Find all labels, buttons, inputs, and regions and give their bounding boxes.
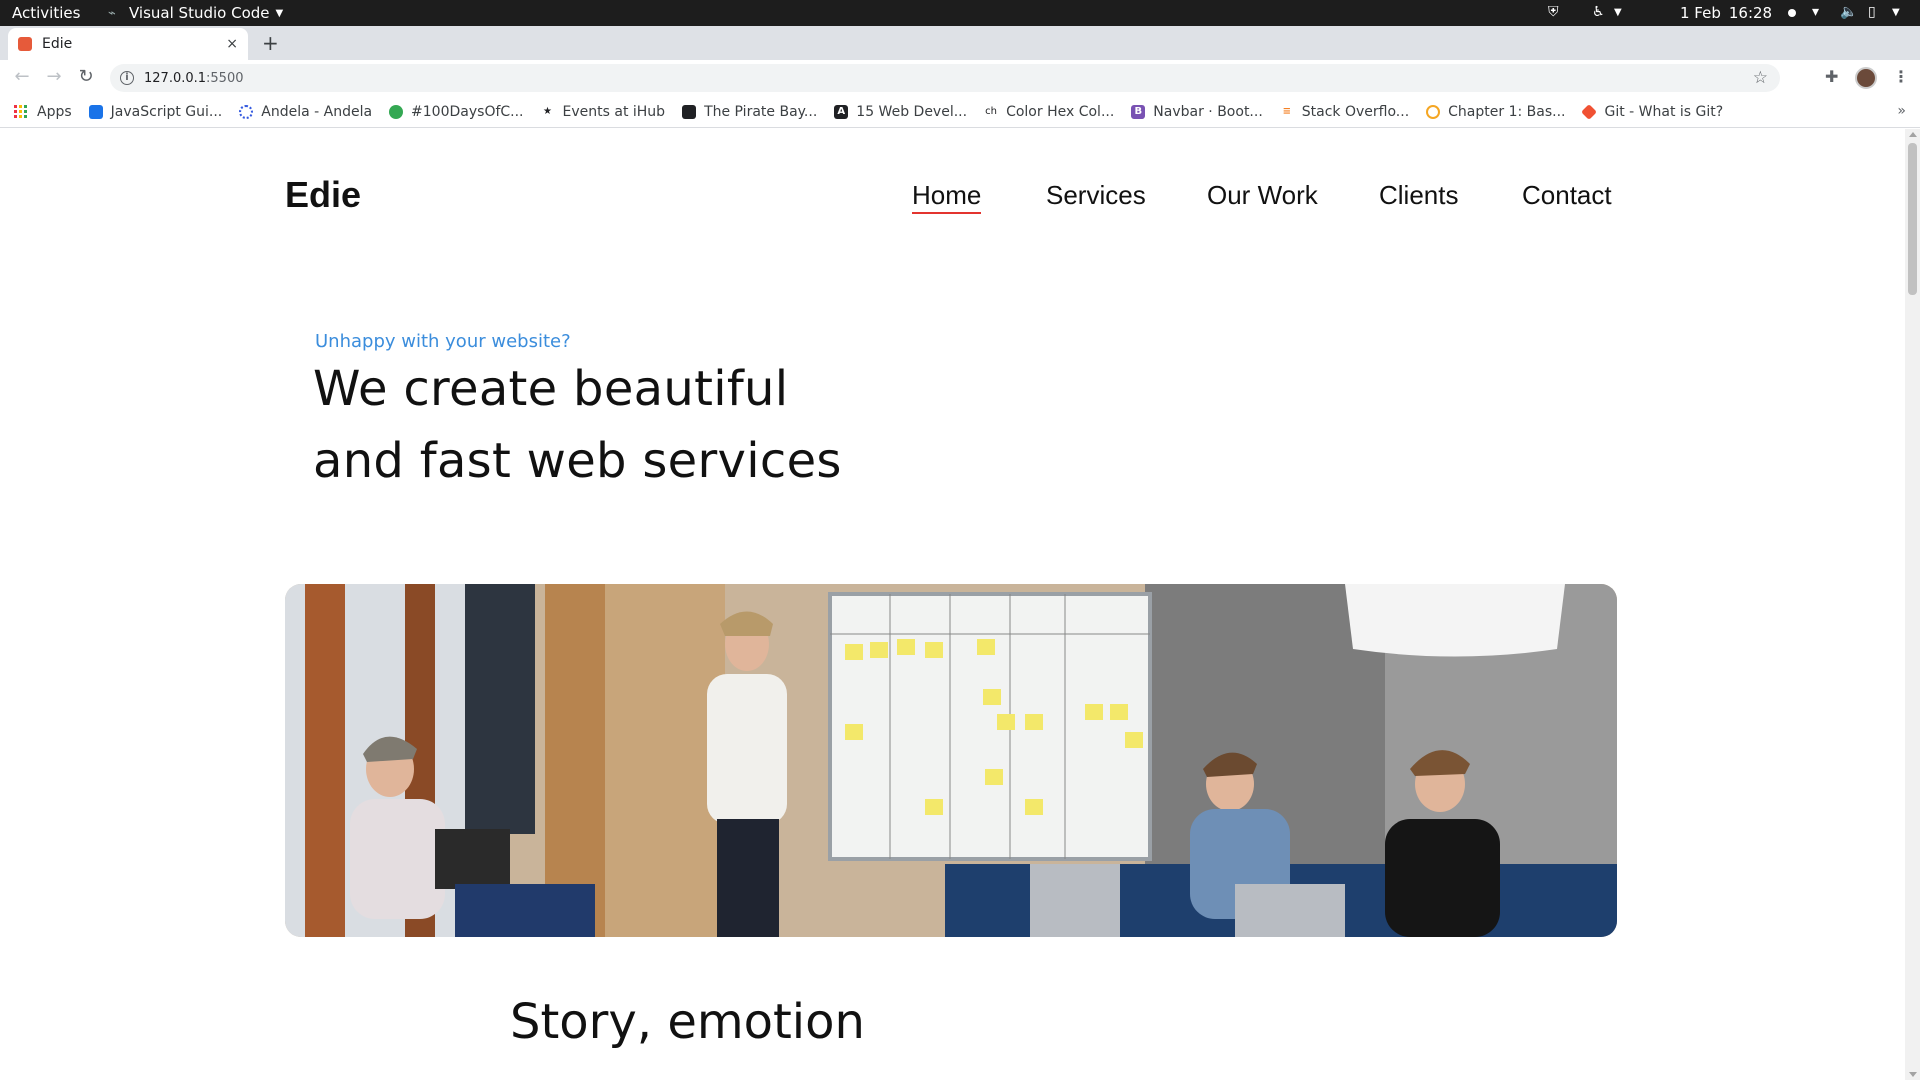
bookmark-label: Navbar · Boot... (1153, 103, 1263, 120)
system-top-bar: Activities ⌁ Visual Studio Code ▼ ⛨ ♿ ▼ … (0, 0, 1920, 26)
javascript-guide-icon (88, 104, 103, 119)
bookmark-stack-overflow[interactable]: ≡ Stack Overflo... (1280, 103, 1410, 120)
nav-contact[interactable]: Contact (1522, 180, 1612, 211)
url-host: 127.0.0.1 (144, 70, 207, 86)
site-logo[interactable]: Edie (285, 174, 361, 216)
forward-arrow-icon[interactable]: → (42, 66, 66, 87)
scroll-down-icon[interactable] (1909, 1072, 1917, 1077)
100days-icon (389, 104, 404, 119)
headline-line-2: and fast web services (313, 433, 842, 489)
bookmark-pirate-bay[interactable]: The Pirate Bay... (682, 104, 817, 120)
bookmark-andela[interactable]: Andela - Andela (239, 104, 372, 120)
bookmark-ihub[interactable]: ★ Events at iHub (541, 103, 666, 120)
bookmark-label: Color Hex Col... (1006, 103, 1115, 120)
scrollbar-thumb[interactable] (1908, 143, 1917, 295)
site-info-icon[interactable]: i (120, 71, 134, 85)
chapter-icon (1426, 104, 1441, 119)
activities-button[interactable]: Activities (12, 4, 80, 22)
bookmark-label: Andela - Andela (261, 103, 373, 120)
time-label: 16:28 (1728, 4, 1773, 22)
wifi-icon[interactable]: ▾ (1812, 4, 1819, 20)
reload-icon[interactable]: ↻ (74, 66, 98, 87)
pirate-bay-icon (682, 104, 697, 119)
bookmark-chapter-1[interactable]: Chapter 1: Bas... (1426, 104, 1565, 120)
web-devel-icon: A (834, 104, 849, 119)
more-bookmarks-icon[interactable]: » (1897, 103, 1906, 119)
apps-grid-icon (14, 105, 27, 118)
page-scrollbar[interactable] (1905, 129, 1920, 1080)
scroll-up-icon[interactable] (1909, 132, 1917, 137)
bookmark-label: The Pirate Bay... (704, 103, 818, 120)
bookmark-label: Chapter 1: Bas... (1448, 103, 1566, 120)
section-title: Story, emotion (510, 994, 865, 1050)
address-bar[interactable]: i 127.0.0.1:5500 ☆ (110, 64, 1780, 92)
bookmark-label: Git - What is Git? (1604, 103, 1724, 120)
hero-headline: We create beautiful and fast web service… (313, 353, 842, 497)
profile-avatar[interactable] (1855, 67, 1877, 89)
bookmark-label: JavaScript Gui... (110, 103, 223, 120)
bookmark-git[interactable]: Git - What is Git? (1581, 103, 1724, 120)
chevron-down-icon[interactable]: ▼ (1892, 7, 1900, 18)
stackoverflow-icon: ≡ (1282, 105, 1291, 117)
hero-image (285, 584, 1617, 937)
headline-line-1: We create beautiful (313, 361, 789, 417)
tab-title: Edie (42, 36, 73, 52)
bookmark-100days[interactable]: #100DaysOfC... (389, 103, 524, 120)
chevron-down-icon[interactable]: ▼ (1614, 7, 1622, 18)
bootstrap-icon: B (1131, 104, 1146, 119)
bookmark-color-hex[interactable]: ch Color Hex Col... (984, 104, 1114, 120)
bookmark-web-devel[interactable]: A 15 Web Devel... (834, 104, 967, 120)
bookmark-star-icon[interactable]: ☆ (1753, 68, 1768, 88)
vscode-icon: ⌁ (108, 5, 116, 21)
browser-tab[interactable]: Edie × (8, 28, 248, 60)
back-arrow-icon[interactable]: ← (10, 66, 34, 87)
team-meeting-illustration (285, 584, 1617, 937)
page-viewport: Edie Home Services Our Work Clients Cont… (0, 129, 1905, 1080)
git-icon (1581, 103, 1598, 120)
battery-icon[interactable]: ▯ (1868, 4, 1876, 20)
extensions-puzzle-icon[interactable]: ✚ (1825, 67, 1838, 86)
volume-icon[interactable]: 🔈 (1840, 4, 1857, 20)
accessibility-icon[interactable]: ♿ (1592, 4, 1605, 20)
bookmark-label: Stack Overflo... (1301, 103, 1410, 120)
favicon-icon (18, 37, 32, 51)
nav-clients[interactable]: Clients (1379, 180, 1458, 211)
date-label: 1 Feb (1680, 4, 1721, 22)
notification-dot-icon (1788, 9, 1797, 17)
chevron-down-icon: ▼ (275, 7, 284, 19)
nav-home[interactable]: Home (912, 180, 982, 214)
bookmark-javascript-guide[interactable]: JavaScript Gui... (88, 103, 223, 120)
bookmarks-bar: Apps JavaScript Gui... Andela - Andela #… (0, 96, 1920, 128)
bookmark-bootstrap-navbar[interactable]: B Navbar · Boot... (1131, 103, 1263, 120)
andela-icon (239, 104, 254, 119)
shield-icon[interactable]: ⛨ (1548, 4, 1559, 20)
app-menu[interactable]: ⌁ Visual Studio Code ▼ (108, 4, 283, 22)
bookmark-label: #100DaysOfC... (411, 103, 524, 120)
clock[interactable]: 1 Feb 16:28 (1680, 4, 1797, 22)
browser-toolbar: ← → ↻ i 127.0.0.1:5500 ☆ ✚ ⋮ (0, 60, 1920, 96)
color-hex-icon: ch (985, 105, 997, 117)
nav-services[interactable]: Services (1046, 180, 1146, 211)
nav-our-work[interactable]: Our Work (1207, 180, 1318, 211)
close-icon[interactable]: × (226, 36, 238, 52)
hero-eyebrow: Unhappy with your website? (315, 331, 571, 352)
more-menu-icon[interactable]: ⋮ (1893, 67, 1909, 86)
app-name: Visual Studio Code (129, 4, 270, 22)
bookmark-label: Apps (37, 103, 72, 120)
new-tab-button[interactable]: + (262, 31, 279, 55)
bookmark-apps[interactable]: Apps (14, 104, 72, 120)
url-port: :5500 (206, 70, 244, 86)
bookmark-label: Events at iHub (562, 103, 666, 120)
ihub-icon: ★ (543, 105, 552, 117)
tab-strip: Edie × + (0, 26, 1920, 60)
bookmark-label: 15 Web Devel... (856, 103, 968, 120)
